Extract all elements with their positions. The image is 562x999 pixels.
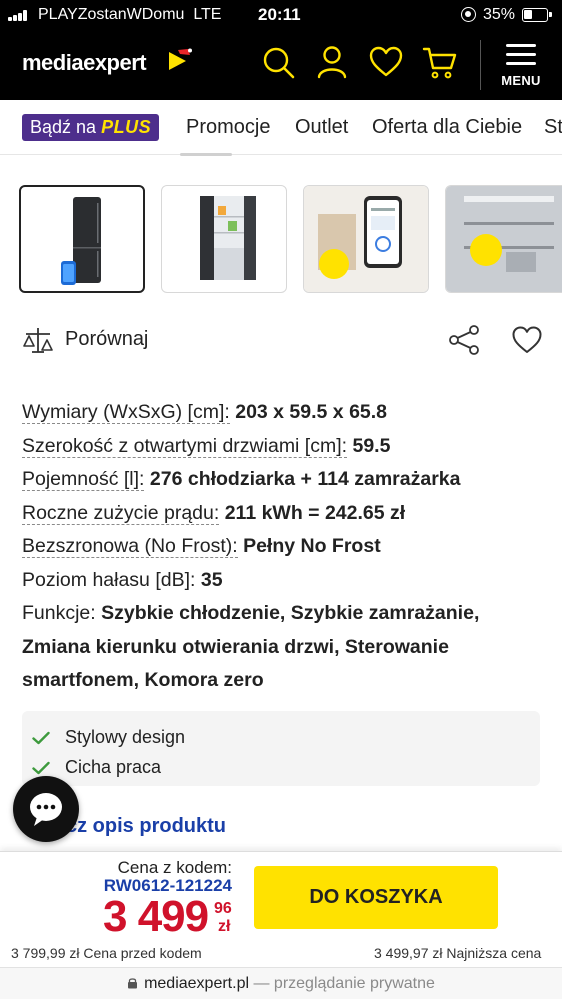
price-currency: zł	[218, 918, 231, 935]
logo-play-icon	[169, 48, 192, 70]
price-main: 3 499	[103, 892, 209, 941]
spec-key[interactable]: Roczne zużycie prądu:	[22, 501, 220, 525]
favorite-heart-icon[interactable]	[511, 325, 543, 355]
spec-key[interactable]: Szerokość z otwartymi drzwiami [cm]:	[22, 434, 348, 458]
spec-value: Pełny No Frost	[243, 535, 381, 557]
thumbnail-fridge-open[interactable]	[161, 185, 287, 293]
add-to-cart-button[interactable]: DO KOSZYKA	[254, 866, 498, 929]
browser-url-bar[interactable]: mediaexpert.pl — przeglądanie prywatne	[0, 967, 562, 999]
battery-percent: 35%	[483, 6, 516, 23]
site-logo[interactable]: mediaexpert	[22, 50, 147, 76]
metal-cooling-image	[446, 186, 562, 292]
search-icon[interactable]	[260, 44, 296, 80]
benefit-label: Cicha praca	[65, 757, 162, 777]
cart-icon[interactable]	[422, 44, 458, 80]
benefits-box: Stylowy design Cicha praca	[22, 711, 540, 786]
thumbnail-ai-energy[interactable]	[303, 185, 429, 293]
url-domain: mediaexpert.pl	[144, 975, 250, 992]
spec-key: Poziom hałasu [dB]:	[22, 568, 196, 591]
check-icon	[32, 731, 50, 745]
plus-brand: PLUS	[101, 117, 152, 137]
spec-key: Funkcje:	[22, 602, 96, 624]
signal-icon	[8, 9, 30, 21]
scroll-indicator	[180, 153, 232, 156]
price-decimals: 96	[214, 900, 232, 917]
spec-key[interactable]: Wymiary (WxSxG) [cm]:	[22, 401, 230, 424]
spec-value: 203 x 59.5 x 65.8	[235, 401, 388, 423]
menu-button[interactable]: MENU	[490, 42, 552, 92]
header-divider	[480, 40, 481, 90]
clock: 20:11	[258, 5, 301, 24]
battery-icon	[522, 8, 552, 22]
price-bar: Cena z kodem: RW0612-121224 3 499 96 zł …	[0, 851, 562, 967]
site-header: mediaexpert MENU	[0, 30, 562, 100]
lowest-price: 3 499,97 zł Najniższa cena	[374, 945, 542, 961]
category-nav: Bądź na PLUS Promocje Outlet Oferta dla …	[0, 100, 562, 155]
price-label: Cena z kodem:	[117, 858, 232, 877]
check-icon	[32, 761, 50, 775]
fridge-front-image	[61, 197, 101, 285]
browsing-mode: — przeglądanie prywatne	[253, 975, 435, 992]
thumbnail-metal-cooling[interactable]	[445, 185, 562, 293]
spec-key[interactable]: Bezszronowa (No Frost):	[22, 535, 238, 558]
thumbnail-fridge-front[interactable]	[19, 185, 145, 293]
nav-item-outlet[interactable]: Outlet	[295, 116, 348, 139]
spec-row: Roczne zużycie prądu: 211 kWh = 242.65 z…	[22, 497, 542, 531]
previous-price: 3 799,99 zł Cena przed kodem	[11, 945, 202, 961]
plus-promo-link[interactable]: Bądź na PLUS	[22, 114, 160, 141]
nav-item-promocje[interactable]: Promocje	[186, 116, 270, 139]
menu-label: MENU	[501, 73, 541, 88]
fridge-open-image	[200, 196, 256, 280]
spec-row: Pojemność [l]: 276 chłodziarka + 114 zam…	[22, 463, 542, 497]
compare-icon[interactable]	[22, 324, 54, 356]
carrier-label: PLAYZostanWDomu LTE	[38, 6, 222, 23]
spec-row: Szerokość z otwartymi drzwiami [cm]: 59.…	[22, 430, 542, 464]
product-description-link[interactable]: cz opis produktu	[66, 815, 226, 838]
chat-button[interactable]	[13, 776, 79, 842]
spec-value: 35	[200, 568, 223, 591]
spec-row: Funkcje: Szybkie chłodzenie, Szybkie zam…	[22, 597, 542, 698]
spec-row: Bezszronowa (No Frost): Pełny No Frost	[22, 530, 542, 564]
share-icon[interactable]	[447, 323, 481, 357]
menu-icon	[506, 44, 536, 47]
nav-item-oferta[interactable]: Oferta dla Ciebie	[372, 116, 522, 139]
compare-label[interactable]: Porównaj	[65, 328, 148, 351]
spec-value: 59.5	[352, 434, 391, 457]
spec-row: Poziom hałasu [dB]: 35	[22, 564, 542, 598]
rotation-lock-icon	[461, 7, 476, 22]
page: PLAYZostanWDomu LTE 20:11 35% mediaexper…	[0, 0, 562, 999]
spec-key[interactable]: Pojemność [l]:	[22, 468, 145, 491]
status-bar: PLAYZostanWDomu LTE 20:11 35%	[0, 0, 562, 30]
chat-icon	[30, 793, 62, 826]
spec-value: 211 kWh = 242.65 zł	[224, 501, 406, 524]
favorites-icon[interactable]	[368, 44, 404, 80]
spec-list: Wymiary (WxSxG) [cm]: 203 x 59.5 x 65.8 …	[22, 396, 542, 698]
spec-value: 276 chłodziarka + 114 zamrażarka	[149, 468, 461, 490]
nav-item-more[interactable]: St	[544, 116, 562, 139]
account-icon[interactable]	[314, 44, 350, 80]
benefit-label: Stylowy design	[65, 727, 186, 747]
ai-energy-image	[304, 186, 428, 292]
plus-prefix: Bądź na	[30, 117, 97, 137]
spec-row: Wymiary (WxSxG) [cm]: 203 x 59.5 x 65.8	[22, 396, 542, 430]
lock-icon	[128, 978, 138, 989]
